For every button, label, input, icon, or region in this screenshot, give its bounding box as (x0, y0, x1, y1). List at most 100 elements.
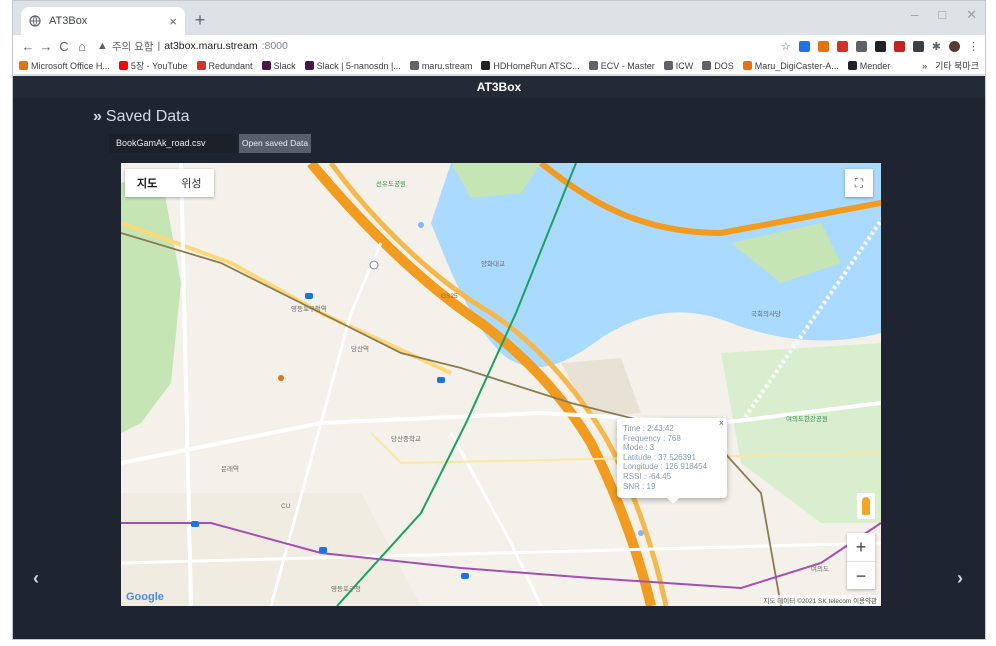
reload-icon[interactable]: C (55, 39, 73, 54)
bookmarks-more-button[interactable]: » (922, 61, 927, 71)
bookmark-icon (742, 61, 752, 70)
extensions-area: ☆ ✱ ⋮ (781, 40, 979, 53)
minimize-icon[interactable]: – (911, 7, 918, 23)
bookmark-item[interactable]: Microsoft Office H... (19, 61, 110, 71)
poi-icon (369, 260, 379, 270)
pdf-extension-icon[interactable] (836, 40, 848, 52)
bookmark-item[interactable]: maru.stream (409, 60, 473, 71)
bookmark-icon (118, 61, 128, 70)
star-icon[interactable]: ☆ (781, 40, 791, 53)
bookmark-icon (481, 61, 491, 70)
warning-icon: ▲ (97, 40, 108, 52)
info-window-line: Time : 2:43:42 (623, 424, 674, 433)
new-tab-button[interactable]: + (189, 9, 211, 31)
zoom-in-button[interactable]: + (847, 533, 875, 561)
map-type-satellite-button[interactable]: 위성 (169, 175, 213, 191)
map-label: GS25 (441, 293, 458, 300)
google-logo: Google (126, 591, 164, 603)
bookmark-label: HDHomeRun ATSC... (493, 60, 580, 71)
poi-icon (278, 375, 284, 381)
extension-icon[interactable] (855, 40, 867, 52)
info-window-line: SNR : 19 (623, 481, 656, 491)
bookmark-label: Slack (273, 60, 296, 71)
road (449, 432, 543, 606)
bookmark-item[interactable]: ECV - Master (588, 61, 655, 71)
bookmark-item[interactable]: HDHomeRun ATSC... (481, 60, 580, 71)
bookmark-icon (19, 61, 28, 70)
bookmark-item[interactable]: Mender (847, 60, 891, 71)
map-label: 선유도공원 (376, 181, 406, 188)
back-icon[interactable]: ← (19, 39, 37, 54)
bookmark-label: Mender (859, 60, 891, 71)
map-attribution[interactable]: 지도 데이터 ©2021 SK telecom 이용약관 (761, 595, 879, 605)
bookmark-label: Slack | 5-nanosdn |... (316, 60, 401, 71)
extension-icon[interactable] (798, 40, 810, 52)
bookmark-label: Redundant (208, 60, 253, 71)
map-label: CU (281, 503, 291, 510)
bookmark-icon (663, 61, 673, 70)
previous-arrow[interactable]: ‹ (33, 568, 39, 589)
bookmark-item[interactable]: DOS (702, 61, 734, 71)
browser-window: AT3Box × + – □ ✕ ← → C ⌂ ▲ 주의 요함 | at3bo… (12, 0, 986, 640)
menu-icon[interactable]: ⋮ (968, 40, 979, 53)
bookmark-icon (702, 61, 712, 70)
bookmark-item[interactable]: Maru_DigiCaster-A... (742, 60, 839, 71)
address-bar[interactable]: ▲ 주의 요함 | at3box.maru.stream:8000 (97, 39, 288, 54)
info-window-line: Latitude : 37.526391 (623, 452, 696, 462)
station-icon (305, 293, 313, 299)
map-label: 국회의사당 (751, 311, 781, 318)
other-bookmarks-folder[interactable]: 기타 북마크 (935, 59, 979, 72)
bookmark-icon (261, 61, 271, 70)
extension-icon[interactable] (912, 40, 924, 52)
avatar[interactable] (949, 40, 960, 52)
bookmark-item[interactable]: 5장 - YouTube (118, 59, 188, 72)
map-type-control: 지도 위성 (125, 169, 214, 197)
street-view-pegman-icon[interactable] (857, 493, 875, 519)
map-label: 영등포구청역 (291, 306, 327, 313)
bookmark-label: Microsoft Office H... (31, 60, 110, 71)
zoom-out-button[interactable]: − (847, 562, 875, 590)
poi-icon (418, 222, 424, 228)
tab-at3box[interactable]: AT3Box × (21, 7, 185, 35)
info-window-line: Mode : 3 (623, 443, 655, 453)
maximize-icon[interactable]: □ (938, 7, 946, 23)
bookmark-item[interactable]: Slack | 5-nanosdn |... (304, 60, 401, 71)
bookmark-icon (847, 61, 857, 70)
section-title-text: Saved Data (105, 108, 190, 125)
extension-icon[interactable] (817, 40, 829, 52)
station-icon (461, 573, 469, 579)
open-saved-data-button[interactable]: Open saved Data (239, 134, 311, 153)
fullscreen-icon[interactable]: ⛶ (845, 169, 873, 197)
map-canvas (121, 163, 881, 606)
tab-close-icon[interactable]: × (169, 14, 177, 29)
map-label: 여의도 (811, 566, 829, 573)
extension-icon[interactable] (874, 40, 886, 52)
url-host: at3box.maru.stream (164, 40, 258, 52)
info-window-close-icon[interactable]: × (719, 418, 724, 428)
map-label: 양화대교 (481, 261, 505, 268)
zoom-control: + − (847, 533, 875, 589)
bookmark-item[interactable]: Slack (261, 60, 296, 71)
home-icon[interactable]: ⌂ (73, 39, 91, 54)
bookmark-icon (409, 61, 419, 70)
map-type-map-button[interactable]: 지도 (125, 175, 169, 191)
close-window-icon[interactable]: ✕ (966, 7, 977, 23)
bookmark-label: ICW (675, 60, 694, 71)
security-label: 주의 요함 (111, 40, 154, 53)
poi-icon (638, 530, 644, 536)
bookmark-item[interactable]: Redundant (196, 60, 253, 71)
map-view[interactable]: 당산역 영등포구청역 선유도공원 양화대교 여의도한강공원 여의도 국회의사당 … (121, 163, 881, 606)
station-icon (319, 547, 327, 553)
file-name-field[interactable]: BookGamAk_road.csv (109, 134, 237, 153)
puzzle-icon[interactable]: ✱ (932, 40, 941, 53)
bookmark-icon (588, 61, 598, 70)
browser-toolbar: ← → C ⌂ ▲ 주의 요함 | at3box.maru.stream:800… (13, 35, 985, 57)
next-arrow[interactable]: › (957, 568, 963, 589)
forward-icon[interactable]: → (37, 39, 55, 54)
extension-icon[interactable] (893, 40, 905, 52)
info-window-tail (667, 498, 679, 504)
bookmark-label: maru.stream (421, 60, 473, 71)
app-page: AT3Box » Saved Data BookGamAk_road.csv Op… (13, 76, 985, 639)
bookmark-label: Maru_DigiCaster-A... (754, 60, 839, 71)
bookmark-item[interactable]: ICW (663, 60, 694, 71)
